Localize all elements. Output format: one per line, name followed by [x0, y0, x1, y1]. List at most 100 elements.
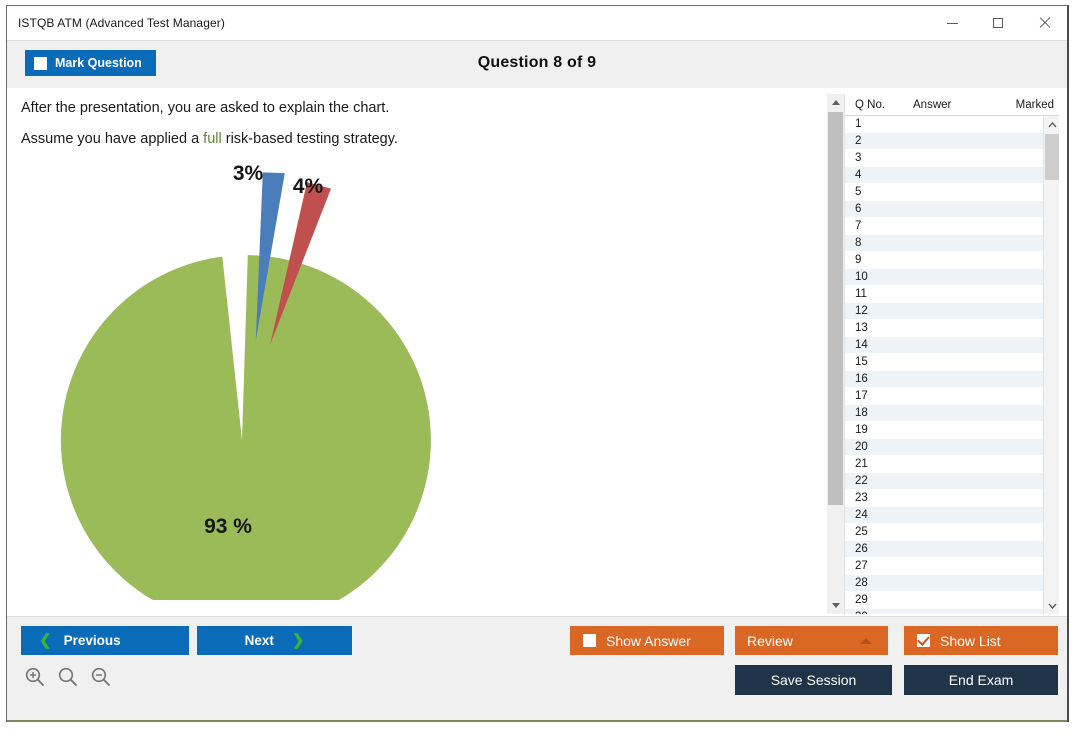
table-row[interactable]: 20 — [845, 439, 1043, 456]
question-line-1: After the presentation, you are asked to… — [21, 100, 390, 116]
show-list-label: Show List — [940, 632, 1001, 649]
application-window: ISTQB ATM (Advanced Test Manager) Mark Q… — [6, 5, 1069, 722]
zoom-reset-icon[interactable] — [56, 665, 80, 689]
caret-up-icon — [1048, 121, 1056, 127]
previous-button[interactable]: ❮ Previous — [21, 626, 189, 655]
cell-qno: 26 — [855, 543, 868, 555]
end-exam-button[interactable]: End Exam — [904, 665, 1058, 695]
table-row[interactable]: 6 — [845, 201, 1043, 218]
show-answer-button[interactable]: Show Answer — [570, 626, 724, 655]
review-dropdown[interactable]: Review — [735, 626, 888, 655]
table-row[interactable]: 1 — [845, 116, 1043, 133]
zoom-out-icon[interactable] — [89, 665, 113, 689]
column-header-marked: Marked — [1015, 98, 1054, 111]
save-session-label: Save Session — [770, 672, 857, 688]
table-row[interactable]: 13 — [845, 320, 1043, 337]
cell-qno: 15 — [855, 356, 868, 368]
minimize-icon — [946, 22, 958, 24]
table-row[interactable]: 3 — [845, 150, 1043, 167]
chevron-down-icon — [831, 603, 840, 608]
outer-scrollbar[interactable] — [827, 94, 844, 614]
cell-qno: 5 — [855, 186, 862, 198]
table-row[interactable]: 18 — [845, 405, 1043, 422]
save-session-button[interactable]: Save Session — [735, 665, 892, 695]
bottom-toolbar: ❮ Previous Next ❯ Show Answer Review Sho… — [7, 616, 1067, 720]
table-row[interactable]: 2 — [845, 133, 1043, 150]
zoom-toolbar — [23, 665, 113, 689]
cell-qno: 3 — [855, 152, 862, 164]
table-row[interactable]: 26 — [845, 541, 1043, 558]
table-row[interactable]: 21 — [845, 456, 1043, 473]
table-row[interactable]: 24 — [845, 507, 1043, 524]
question-counter: Question 8 of 9 — [477, 54, 597, 71]
close-icon — [1038, 17, 1050, 29]
inner-scroll-down-button[interactable] — [1044, 597, 1060, 614]
cell-qno: 16 — [855, 373, 868, 385]
table-row[interactable]: 4 — [845, 167, 1043, 184]
maximize-icon — [993, 18, 1003, 28]
table-row[interactable]: 8 — [845, 235, 1043, 252]
cell-qno: 20 — [855, 441, 868, 453]
table-row[interactable]: 11 — [845, 286, 1043, 303]
pie-label-red: 4% — [293, 175, 324, 198]
pie-chart-svg: 3% 4% 93 % — [60, 162, 431, 600]
show-list-checkbox[interactable] — [917, 634, 930, 647]
inner-scrollbar[interactable] — [1043, 116, 1059, 614]
table-row[interactable]: 12 — [845, 303, 1043, 320]
table-row[interactable]: 9 — [845, 252, 1043, 269]
next-button[interactable]: Next ❯ — [197, 626, 352, 655]
next-label: Next — [244, 633, 274, 648]
cell-qno: 29 — [855, 594, 868, 606]
cell-qno: 12 — [855, 305, 868, 317]
chevron-left-icon: ❮ — [39, 632, 52, 649]
cell-qno: 21 — [855, 458, 868, 470]
cell-qno: 19 — [855, 424, 868, 436]
show-answer-checkbox[interactable] — [583, 634, 596, 647]
table-row[interactable]: 27 — [845, 558, 1043, 575]
table-row[interactable]: 23 — [845, 490, 1043, 507]
table-row[interactable]: 19 — [845, 422, 1043, 439]
show-list-button[interactable]: Show List — [904, 626, 1058, 655]
inner-scroll-up-button[interactable] — [1044, 116, 1060, 133]
table-row[interactable]: 10 — [845, 269, 1043, 286]
cell-qno: 9 — [855, 254, 862, 266]
cell-qno: 30 — [845, 611, 909, 614]
minimize-button[interactable] — [929, 6, 975, 40]
pie-label-green: 93 % — [204, 515, 252, 538]
table-row[interactable]: 30 — [845, 609, 1043, 614]
chevron-up-icon — [831, 100, 840, 105]
cell-qno: 17 — [855, 390, 868, 402]
table-row[interactable]: 15 — [845, 354, 1043, 371]
question-list-header: Q No. Answer Marked — [845, 94, 1059, 116]
outer-scrollbar-thumb[interactable] — [828, 112, 843, 505]
cell-qno: 7 — [855, 220, 862, 232]
question-list-panel: Q No. Answer Marked 1 2 3 4 5 6 7 8 9 10 11 12 13 14 1… — [827, 94, 1059, 614]
caret-up-icon — [860, 638, 872, 644]
cell-qno: 24 — [855, 509, 868, 521]
title-bar: ISTQB ATM (Advanced Test Manager) — [7, 6, 1067, 40]
cell-qno: 8 — [855, 237, 862, 249]
table-row[interactable]: 28 — [845, 575, 1043, 592]
close-button[interactable] — [1021, 6, 1067, 40]
maximize-button[interactable] — [975, 6, 1021, 40]
pie-slice-green — [60, 255, 431, 600]
table-row[interactable]: 25 — [845, 524, 1043, 541]
table-row[interactable]: 29 — [845, 592, 1043, 609]
cell-qno: 13 — [855, 322, 868, 334]
table-row[interactable]: 22 — [845, 473, 1043, 490]
outer-scroll-up-button[interactable] — [827, 94, 844, 111]
table-row[interactable]: 17 — [845, 388, 1043, 405]
inner-scrollbar-thumb[interactable] — [1045, 134, 1059, 180]
table-row[interactable]: 7 — [845, 218, 1043, 235]
table-row[interactable]: 5 — [845, 184, 1043, 201]
cell-qno: 6 — [855, 203, 862, 215]
table-row[interactable]: 16 — [845, 371, 1043, 388]
question-list-rows[interactable]: 1 2 3 4 5 6 7 8 9 10 11 12 13 14 15 16 17 18 19 20 21 22 23 24 2… — [845, 116, 1043, 614]
cell-qno: 25 — [855, 526, 868, 538]
table-row[interactable]: 14 — [845, 337, 1043, 354]
caret-down-icon — [1048, 603, 1056, 609]
pie-chart: 3% 4% 93 % — [27, 140, 447, 600]
zoom-in-icon[interactable] — [23, 665, 47, 689]
outer-scroll-down-button[interactable] — [827, 597, 844, 614]
column-header-answer: Answer — [913, 98, 952, 111]
